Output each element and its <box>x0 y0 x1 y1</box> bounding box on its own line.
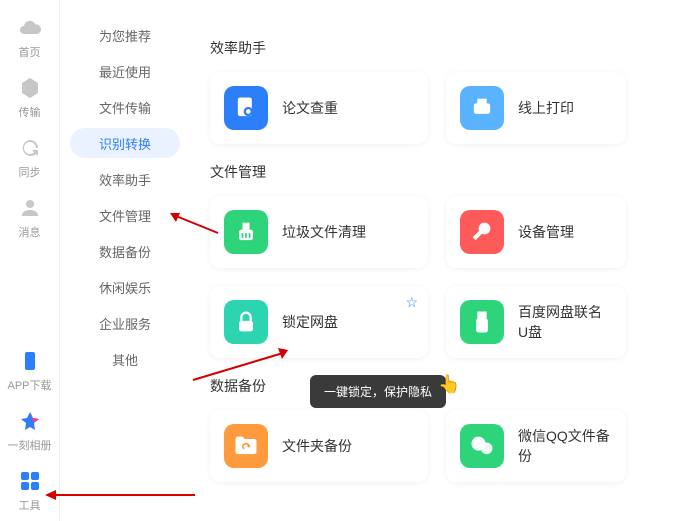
person-icon <box>18 196 42 220</box>
card-label: 垃圾文件清理 <box>282 222 366 242</box>
cloud-icon <box>18 16 42 40</box>
phone-icon <box>18 349 42 373</box>
sidebar-item-recent[interactable]: 最近使用 <box>70 56 180 86</box>
sidebar-item-efficiency[interactable]: 效率助手 <box>70 164 180 194</box>
rail-label: 传输 <box>19 104 41 120</box>
card-lock-disk[interactable]: ☆ 锁定网盘 <box>210 286 428 358</box>
card-device-manage[interactable]: 设备管理 <box>446 196 626 268</box>
sidebar-item-entertainment[interactable]: 休闲娱乐 <box>70 272 180 302</box>
chat-icon <box>460 424 504 468</box>
card-label: 设备管理 <box>518 222 574 242</box>
card-junk-clean[interactable]: 垃圾文件清理 <box>210 196 428 268</box>
rail-label: 同步 <box>19 164 41 180</box>
album-icon <box>18 409 42 433</box>
sidebar-item-other[interactable]: 其他 <box>70 344 180 374</box>
rail-label: APP下载 <box>7 377 51 393</box>
card-baidu-udisk[interactable]: 百度网盘联名U盘 <box>446 286 626 358</box>
tooltip-lock-disk: 一键锁定，保护隐私 <box>310 375 446 408</box>
lock-icon <box>224 300 268 344</box>
printer-icon <box>460 86 504 130</box>
card-label: 锁定网盘 <box>282 312 338 332</box>
sidebar-item-transfer[interactable]: 文件传输 <box>70 92 180 122</box>
rail-sync[interactable]: 同步 <box>0 128 59 188</box>
rail-album[interactable]: 一刻相册 <box>0 401 59 461</box>
rail-label: 首页 <box>19 44 41 60</box>
folder-sync-icon <box>224 424 268 468</box>
document-search-icon <box>224 86 268 130</box>
hex-icon <box>18 76 42 100</box>
card-label: 论文查重 <box>282 98 338 118</box>
rail-label: 工具 <box>19 497 41 513</box>
card-label: 文件夹备份 <box>282 436 352 456</box>
grid-icon <box>18 469 42 493</box>
brush-icon <box>224 210 268 254</box>
rail-label: 一刻相册 <box>8 437 52 453</box>
rail-transfer[interactable]: 传输 <box>0 68 59 128</box>
rail-app-download[interactable]: APP下载 <box>0 341 59 401</box>
sidebar: 为您推荐 最近使用 文件传输 识别转换 效率助手 文件管理 数据备份 休闲娱乐 … <box>60 0 190 521</box>
card-label: 百度网盘联名U盘 <box>518 302 612 342</box>
sidebar-item-file-manage[interactable]: 文件管理 <box>70 200 180 230</box>
card-label: 微信QQ文件备份 <box>518 426 612 466</box>
card-label: 线上打印 <box>518 98 574 118</box>
card-paper-check[interactable]: 论文查重 <box>210 72 428 144</box>
sidebar-item-recommend[interactable]: 为您推荐 <box>70 20 180 50</box>
left-rail: 首页 传输 同步 消息 APP下载 一刻相册 工具 <box>0 0 60 521</box>
sidebar-item-backup[interactable]: 数据备份 <box>70 236 180 266</box>
card-online-print[interactable]: 线上打印 <box>446 72 626 144</box>
star-icon[interactable]: ☆ <box>405 294 418 311</box>
rail-tools[interactable]: 工具 <box>0 461 59 521</box>
sidebar-item-convert[interactable]: 识别转换 <box>70 128 180 158</box>
card-wechat-qq-backup[interactable]: 微信QQ文件备份 <box>446 410 626 482</box>
rail-label: 消息 <box>19 224 41 240</box>
cursor-icon: 👆 <box>438 374 460 395</box>
sync-icon <box>18 136 42 160</box>
section-title-efficiency: 效率助手 <box>210 38 688 58</box>
rail-message[interactable]: 消息 <box>0 188 59 248</box>
rail-home[interactable]: 首页 <box>0 8 59 68</box>
card-folder-backup[interactable]: 文件夹备份 <box>210 410 428 482</box>
sidebar-item-enterprise[interactable]: 企业服务 <box>70 308 180 338</box>
section-title-file-manage: 文件管理 <box>210 162 688 182</box>
main-content: 效率助手 论文查重 线上打印 文件管理 垃圾文件清理 设备管理 ☆ <box>190 0 698 521</box>
wrench-icon <box>460 210 504 254</box>
usb-icon <box>460 300 504 344</box>
